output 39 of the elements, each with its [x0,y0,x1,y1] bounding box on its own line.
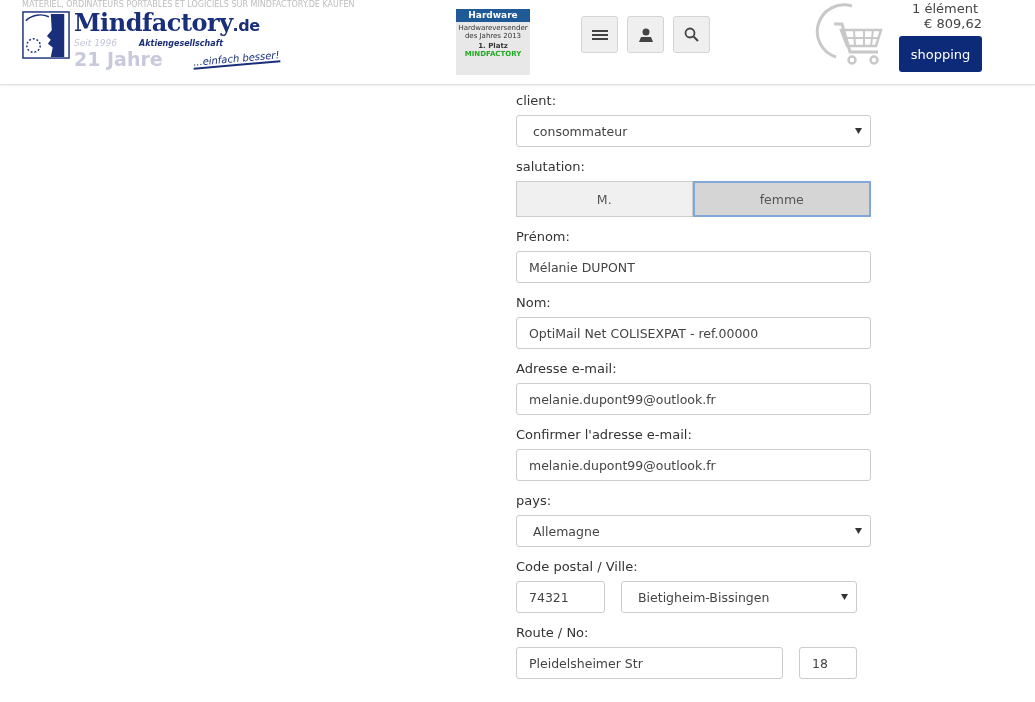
field-label: client: [516,93,558,109]
caret-icon [855,528,862,534]
cart-item-count: 1 élément [912,1,978,16]
city-dropdown[interactable]: Bietigheim-Bissingen [621,581,857,613]
dropdown-field[interactable]: consommateur [516,115,871,147]
input-field[interactable]: melanie.dupont99@outlook.fr [516,383,871,415]
field-label: Nom: [516,295,552,311]
field-label: salutation: [516,159,586,175]
caret-icon [841,594,848,600]
house-number-field[interactable]: 18 [799,647,857,679]
cart-total: € 809,62 [924,16,982,31]
menu-icon [591,28,608,41]
street-field[interactable]: Pleidelsheimer Str [516,647,783,679]
input-field[interactable]: melanie.dupont99@outlook.fr [516,449,871,481]
search-button[interactable] [673,16,710,53]
field-label: Confirmer l'adresse e-mail: [516,427,693,443]
field-label: Route / No: [516,625,590,641]
menu-button[interactable] [581,16,618,53]
logo-wordmark: Mindfactory.de [74,8,260,37]
postal-code-field[interactable]: 74321 [516,581,605,613]
input-field[interactable]: Mélanie DUPONT [516,251,871,283]
dropdown-field[interactable]: Allemagne [516,515,871,547]
shopping-button[interactable]: shopping [899,36,982,72]
site-tagline: MATÉRIEL, ORDINATEURS PORTABLES ET LOGICIELS SUR MINDFACTORY.DE KAUFEN [22,0,355,9]
field-label: Adresse e-mail: [516,361,618,377]
logo-since: Seit 1996 [74,38,118,48]
salutation-option[interactable]: M. [516,181,693,217]
caret-icon [855,128,862,134]
field-label: Code postal / Ville: [516,559,639,575]
user-icon [638,27,653,42]
field-label: Prénom: [516,229,571,245]
field-label: pays: [516,493,553,509]
logo-company: Aktiengesellschaft [139,39,223,49]
search-icon [684,27,699,42]
input-field[interactable]: OptiMail Net COLISEXPAT - ref.00000 [516,317,871,349]
profile-gear-icon [22,11,70,59]
salutation-option[interactable]: femme [692,181,871,217]
account-button[interactable] [627,16,664,53]
logo-slogan: ...einfach besser! [192,48,280,70]
